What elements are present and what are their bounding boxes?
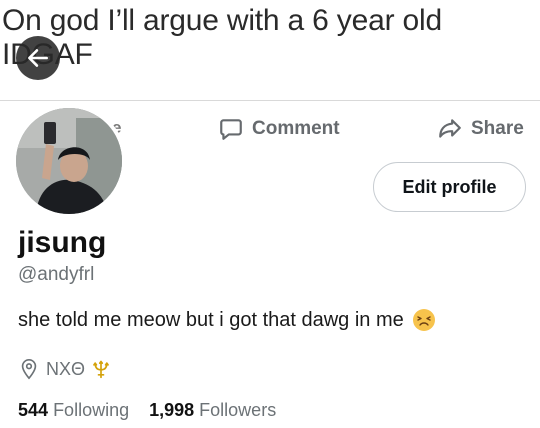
back-button[interactable] [16,36,60,80]
persevering-face-emoji [412,309,435,331]
share-label: Share [471,118,524,139]
map-pin-icon [21,359,37,380]
share-arrow-icon [439,119,461,138]
bio-text: she told me meow but i got that dawg in … [18,308,404,331]
followers-count: 1,998 [149,400,195,420]
tweet-text: On god I’ll argue with a 6 year old IDGA… [2,4,532,72]
followers-label: Followers [199,400,277,420]
following-count: 544 [18,400,49,420]
comment-button[interactable]: Comment [218,114,340,144]
profile-screen: On god I’ll argue with a 6 year old IDGA… [0,0,540,428]
tweet-text-line-2: IDGAF [2,38,532,72]
location: NXΘ [18,357,111,381]
share-button[interactable]: Share [437,114,524,144]
display-name: jisung [18,226,107,259]
followers-link[interactable]: 1,998 Followers [149,400,276,421]
follow-stats: 544 Following 1,998 Followers [18,400,276,421]
edit-profile-button[interactable]: Edit profile [373,162,526,212]
arrow-left-icon [28,49,48,67]
tweet-text-line-1: On god I’ll argue with a 6 year old [2,4,442,37]
bio: she told me meow but i got that dawg in … [18,308,436,332]
trident-emblem-icon [93,360,109,379]
following-link[interactable]: 544 Following [18,400,129,421]
handle: @andyfrl [18,264,95,285]
location-text: NXΘ [46,358,86,379]
following-label: Following [53,400,130,420]
speech-bubble-icon [220,119,242,140]
avatar-photo [16,108,122,214]
divider [0,100,540,101]
avatar[interactable] [12,104,126,218]
comment-label: Comment [252,118,340,139]
